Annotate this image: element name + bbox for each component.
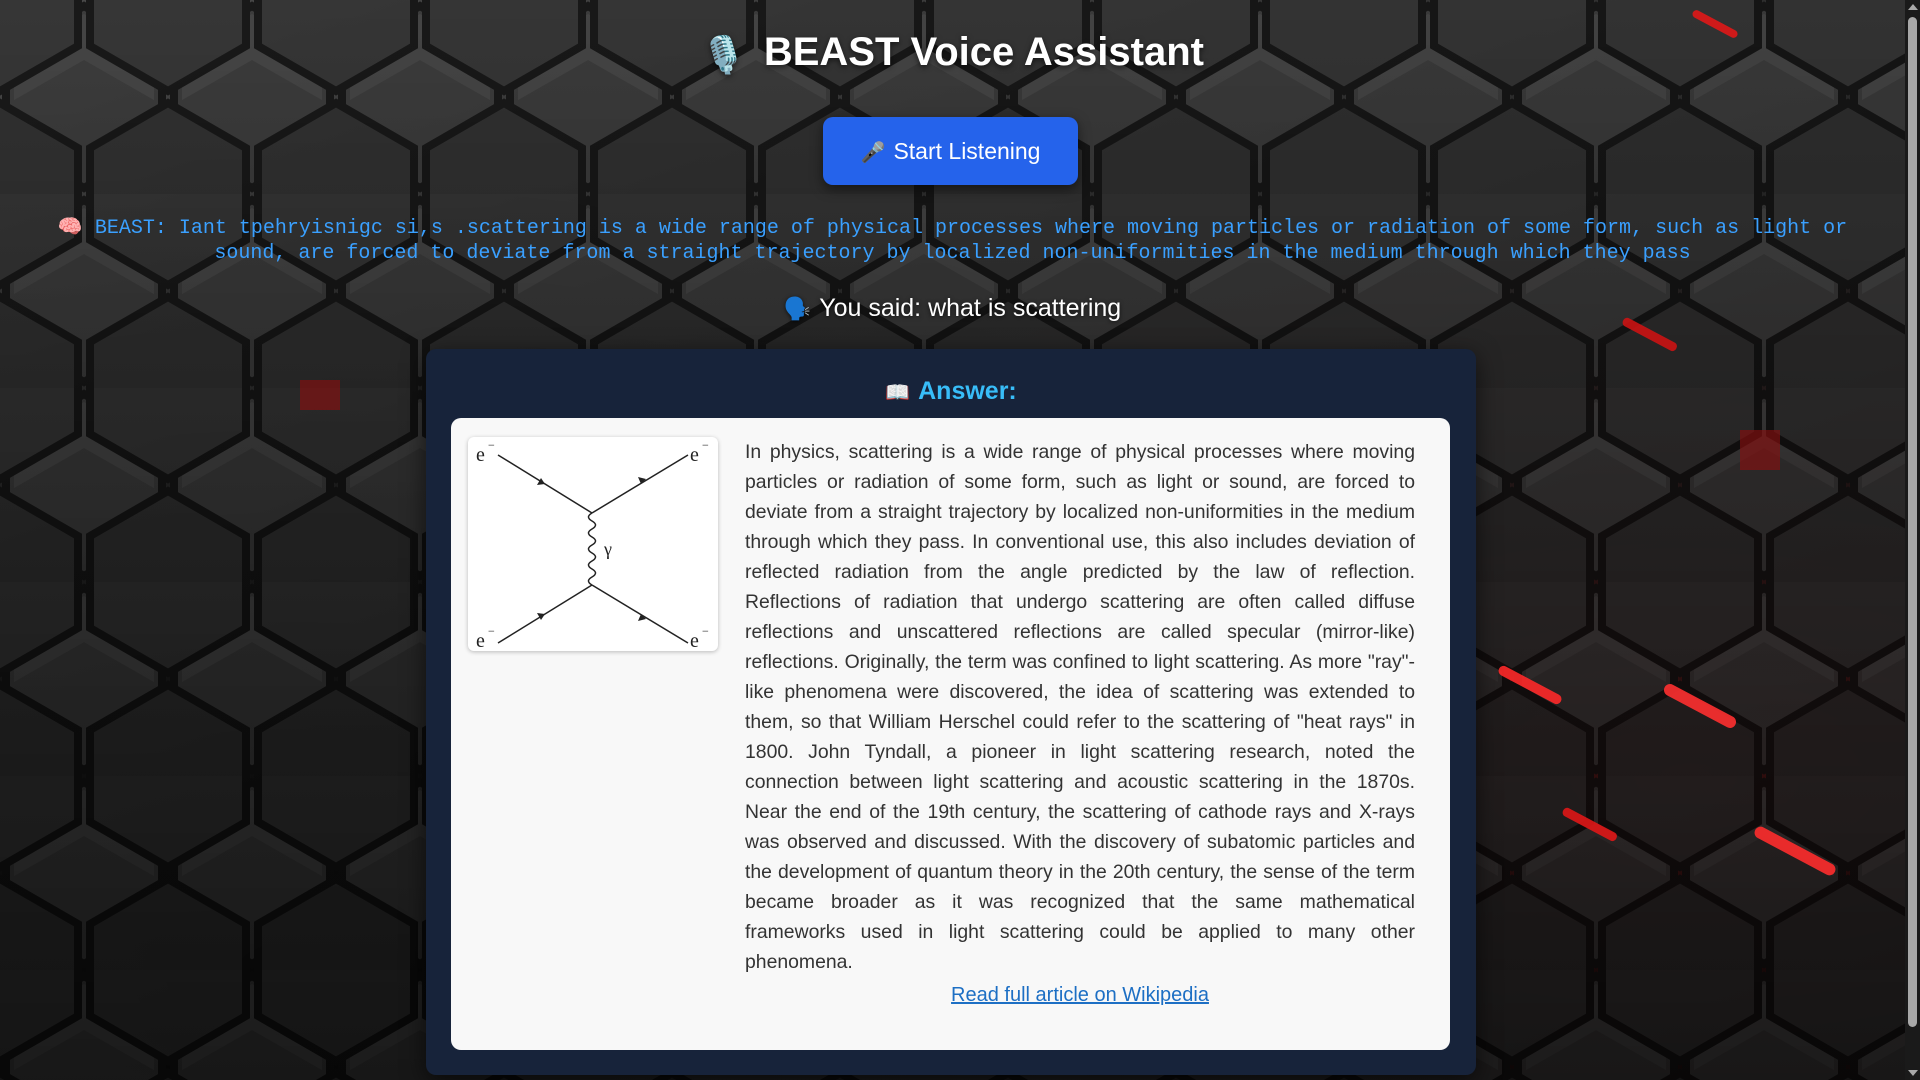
page-title-text: BEAST Voice Assistant (763, 30, 1204, 74)
user-transcript: 🗣️ You said: what is scattering (0, 294, 1905, 323)
page-title: 🎙️ BEAST Voice Assistant (0, 30, 1905, 76)
start-listening-button[interactable]: 🎤 Start Listening (823, 117, 1078, 185)
electron-label-bottom-right: e (690, 630, 699, 651)
wikipedia-link[interactable]: Read full article on Wikipedia (745, 984, 1415, 1007)
start-listening-label: Start Listening (893, 137, 1041, 164)
answer-panel: 📖 Answer: e − e − e − e − γ In physics, … (426, 349, 1476, 1075)
charge-label-bottom-right: − (702, 624, 709, 638)
answer-body-text: In physics, scattering is a wide range o… (745, 441, 1415, 973)
app-container: 🎙️ BEAST Voice Assistant 🎤 Start Listening… (0, 0, 1905, 1080)
microphone-icon: 🎤 (860, 141, 886, 164)
charge-label-top-right: − (702, 438, 709, 452)
user-transcript-text: You said: what is scattering (819, 294, 1122, 322)
answer-heading: 📖 Answer: (426, 377, 1476, 406)
electron-label-bottom-left: e (476, 630, 485, 651)
electron-label-top-left: e (476, 444, 485, 466)
page-scrollbar[interactable] (1905, 0, 1920, 1080)
scrollbar-thumb[interactable] (1908, 17, 1917, 1027)
answer-heading-text: Answer: (918, 377, 1017, 405)
assistant-response-text: BEAST: Iant tpehryisnigc si,s .scatterin… (94, 217, 1848, 265)
charge-label-bottom-left: − (488, 624, 495, 638)
assistant-response: 🧠 BEAST: Iant tpehryisnigc si,s .scatter… (20, 216, 1885, 266)
feynman-diagram-image: e − e − e − e − γ (468, 437, 718, 652)
brain-icon: 🧠 (57, 217, 83, 240)
scroll-down-arrow-icon[interactable] (1908, 1070, 1918, 1076)
answer-card: e − e − e − e − γ In physics, scattering… (451, 418, 1450, 1050)
studio-microphone-icon: 🎙️ (701, 34, 746, 75)
charge-label-top-left: − (488, 438, 495, 452)
speaking-head-icon: 🗣️ (783, 296, 812, 321)
photon-label: γ (603, 539, 612, 559)
scroll-up-arrow-icon[interactable] (1908, 4, 1918, 10)
electron-label-top-right: e (690, 444, 699, 466)
feynman-diagram: e − e − e − e − γ (476, 438, 709, 652)
open-book-icon: 📖 (885, 382, 911, 404)
